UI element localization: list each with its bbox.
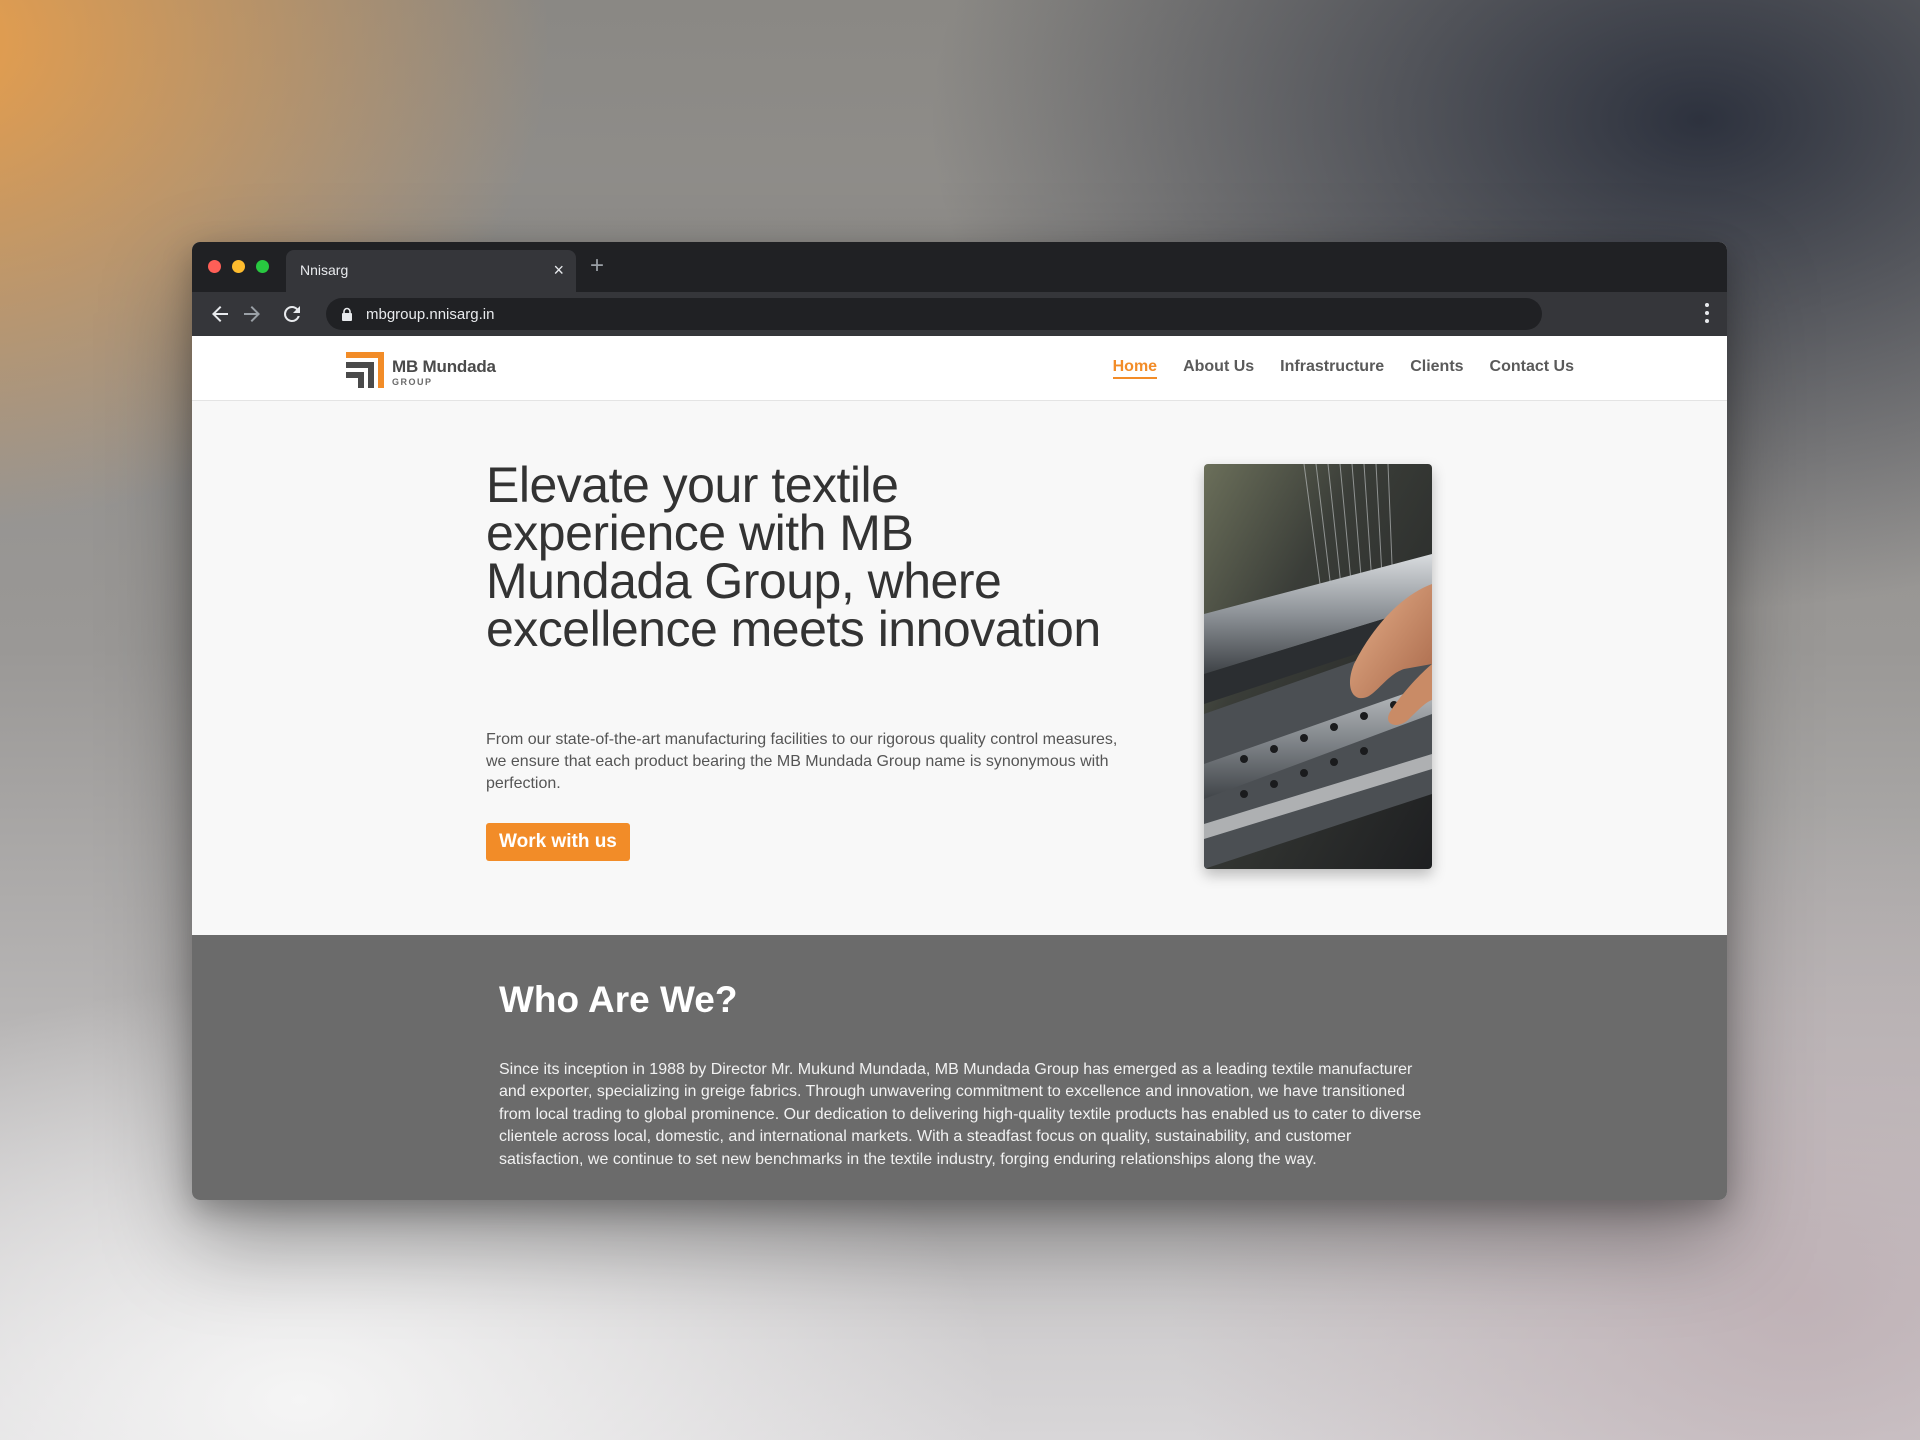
about-text: Since its inception in 1988 by Director … [499, 1061, 1422, 1168]
maximize-window-button[interactable] [256, 260, 269, 273]
logo-name: MB Mundada [392, 357, 496, 376]
menu-dots-icon[interactable] [1705, 303, 1709, 325]
logo-mark-icon [346, 352, 384, 388]
nav-about-us[interactable]: About Us [1183, 358, 1254, 379]
reload-icon[interactable] [280, 302, 304, 326]
hero-title: Elevate your textile experience with MB … [486, 457, 1101, 657]
site-header: MB Mundada GROUP Home About Us Infrastru… [192, 336, 1727, 401]
tab-strip: Nnisarg × + [192, 242, 1727, 292]
work-with-us-button[interactable]: Work with us [486, 823, 630, 861]
browser-tab[interactable]: Nnisarg × [286, 250, 576, 292]
about-section: Who Are We? Since its inception in 1988 … [192, 935, 1727, 1200]
hero-section: Elevate your textile experience with MB … [192, 401, 1727, 934]
nav-home[interactable]: Home [1112, 358, 1158, 379]
minimize-window-button[interactable] [232, 260, 245, 273]
logo-subtitle: GROUP [392, 377, 433, 387]
close-icon[interactable]: × [553, 260, 564, 280]
nav-infrastructure[interactable]: Infrastructure [1280, 358, 1384, 379]
back-arrow-icon[interactable] [208, 302, 232, 326]
close-window-button[interactable] [208, 260, 221, 273]
textile-machine-photo [1204, 464, 1432, 869]
forward-arrow-icon[interactable] [240, 302, 264, 326]
tab-title: Nnisarg [300, 262, 349, 278]
plus-icon[interactable]: + [590, 252, 604, 280]
address-bar[interactable]: mbgroup.nnisarg.in [326, 298, 1542, 330]
url-text: mbgroup.nnisarg.in [366, 306, 495, 323]
main-nav: Home About Us Infrastructure Clients Con… [1112, 358, 1574, 379]
nav-clients[interactable]: Clients [1410, 358, 1463, 379]
logo[interactable]: MB Mundada GROUP [346, 348, 506, 388]
lock-icon [342, 307, 352, 321]
nav-contact-us[interactable]: Contact Us [1490, 358, 1574, 379]
hero-description: From our state-of-the-art manufacturing … [486, 731, 1118, 792]
toolbar: mbgroup.nnisarg.in [192, 292, 1727, 336]
about-title: Who Are We? [499, 979, 738, 1020]
browser-window: Nnisarg × + mbgroup.nnisarg.in MB Mundad… [192, 242, 1727, 1200]
